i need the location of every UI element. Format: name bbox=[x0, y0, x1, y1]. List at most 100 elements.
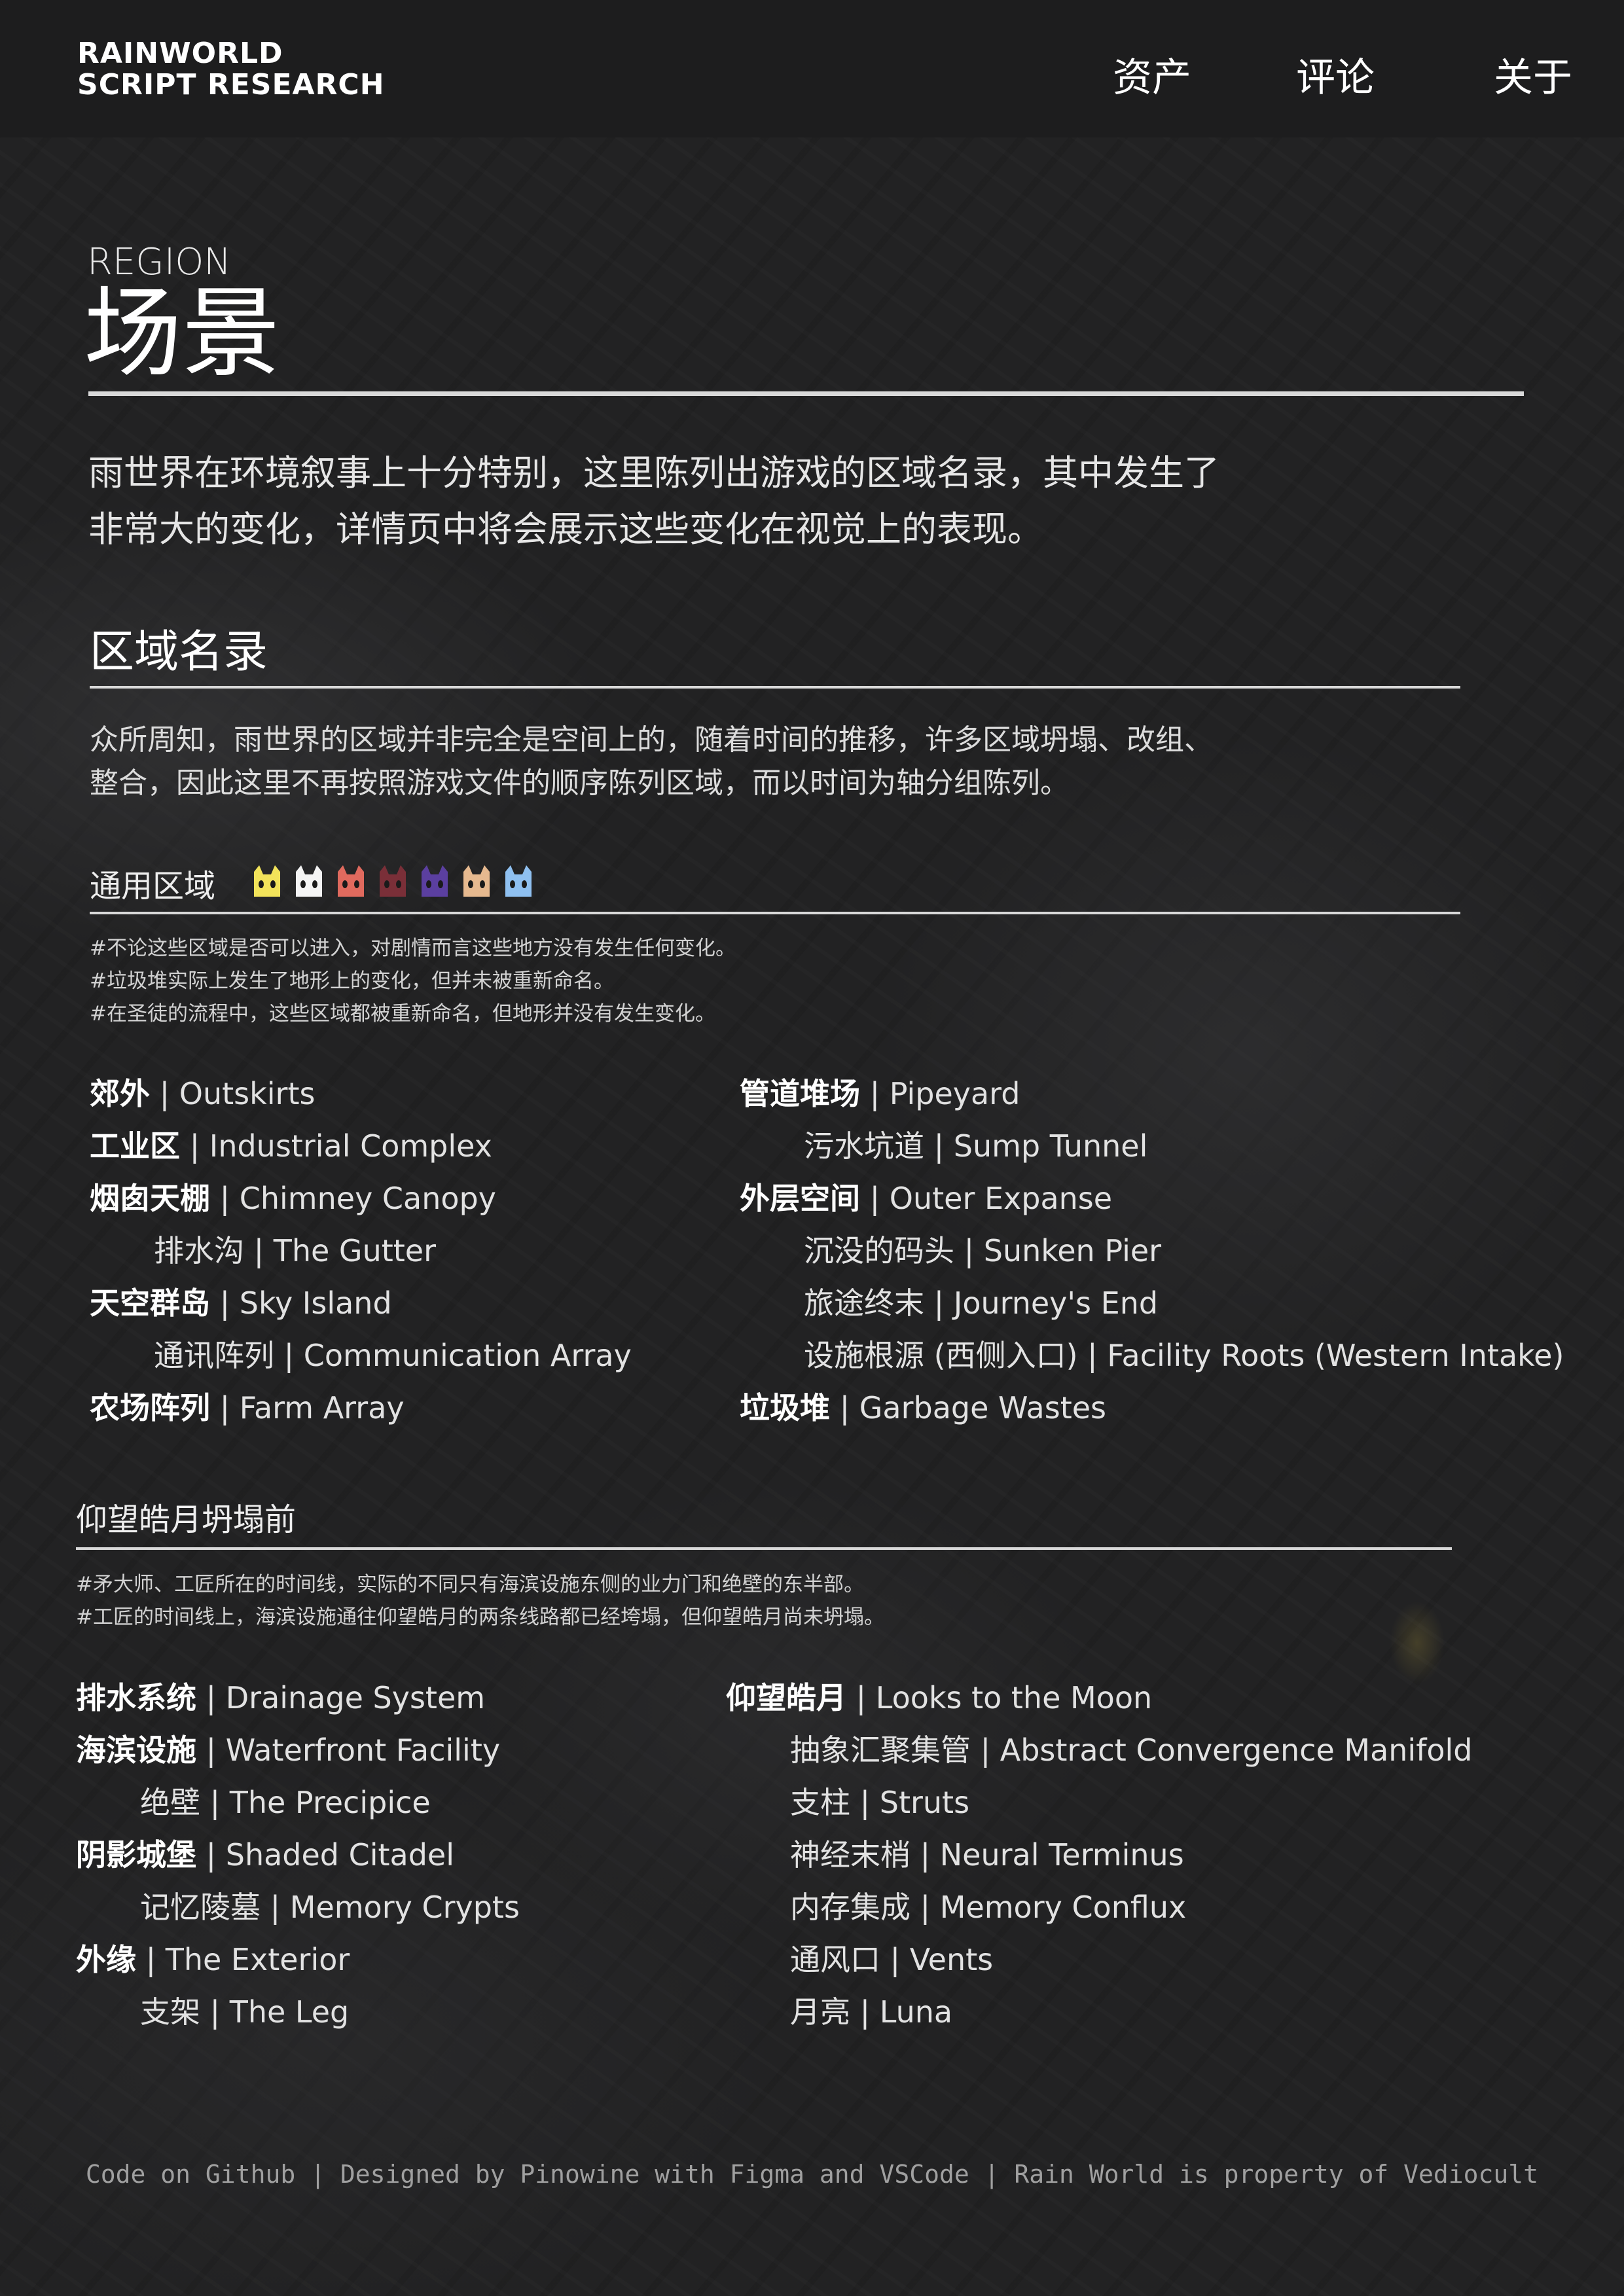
site-logo[interactable]: RAINWORLD SCRIPT RESEARCH bbox=[77, 38, 385, 101]
logo-line-1: RAINWORLD bbox=[77, 37, 283, 70]
region-link[interactable]: 神经末梢 | Neural Terminus bbox=[726, 1829, 1473, 1881]
region-separator: | bbox=[1077, 1338, 1108, 1373]
directory-desc-line-2: 整合，因此这里不再按照游戏文件的顺序陈列区域，而以时间为轴分组陈列。 bbox=[90, 766, 1069, 800]
region-name-zh: 阴影城堡 bbox=[76, 1837, 196, 1873]
region-link[interactable]: 支架 | The Leg bbox=[76, 1986, 520, 2038]
nav-reviews[interactable]: 评论 bbox=[1296, 46, 1375, 103]
region-link[interactable]: 阴影城堡 | Shaded Citadel bbox=[76, 1829, 520, 1881]
region-name-zh: 海滨设施 bbox=[76, 1732, 196, 1768]
region-name-en: Shaded Citadel bbox=[225, 1837, 455, 1873]
region-link[interactable]: 仰望皓月 | Looks to the Moon bbox=[726, 1672, 1473, 1724]
directory-heading: 区域名录 bbox=[90, 626, 268, 678]
region-link[interactable]: 排水系统 | Drainage System bbox=[76, 1672, 520, 1724]
region-link[interactable]: 记忆陵墓 | Memory Crypts bbox=[76, 1881, 520, 1933]
region-link[interactable]: 支柱 | Struts bbox=[726, 1776, 1473, 1829]
directory-description: 众所周知，雨世界的区域并非完全是空间上的，随着时间的推移，许多区域坍塌、改组、 … bbox=[90, 719, 1464, 805]
region-separator: | bbox=[830, 1390, 859, 1426]
region-name-en: Sunken Pier bbox=[983, 1233, 1162, 1268]
region-name-zh: 工业区 bbox=[90, 1128, 180, 1164]
nav-assets[interactable]: 资产 bbox=[1113, 46, 1191, 103]
region-name-zh: 外层空间 bbox=[740, 1181, 860, 1216]
region-link[interactable]: 天空群岛 | Sky Island bbox=[90, 1277, 632, 1329]
region-name-zh: 排水沟 bbox=[154, 1233, 244, 1268]
region-name-zh: 设施根源 (西侧入口) bbox=[804, 1338, 1078, 1373]
region-name-zh: 仰望皓月 bbox=[726, 1680, 846, 1715]
site-header: RAINWORLD SCRIPT RESEARCH 资产 评论 关于 bbox=[0, 0, 1624, 137]
region-link[interactable]: 垃圾堆 | Garbage Wastes bbox=[740, 1382, 1564, 1434]
region-separator: | bbox=[210, 1285, 240, 1321]
general-note: #垃圾堆实际上发生了地形上的变化，但并未被重新命名。 bbox=[90, 969, 614, 993]
region-link[interactable]: 外缘 | The Exterior bbox=[76, 1933, 520, 1986]
general-left-column: 郊外 | Outskirts 工业区 | Industrial Complex 烟囱… bbox=[90, 1067, 632, 1434]
region-separator: | bbox=[924, 1128, 954, 1164]
general-note: #不论这些区域是否可以进入，对剧情而言这些地方没有发生任何变化。 bbox=[90, 937, 736, 960]
site-footer: Code on Github | Designed by Pinowine wi… bbox=[85, 2160, 1539, 2189]
region-name-zh: 旅途终末 bbox=[804, 1285, 924, 1321]
region-separator: | bbox=[200, 1994, 230, 2030]
general-right-column: 管道堆场 | Pipeyard 污水坑道 | Sump Tunnel 外层空间 | … bbox=[740, 1067, 1564, 1434]
region-link[interactable]: 外层空间 | Outer Expanse bbox=[740, 1172, 1564, 1225]
region-name-en: Struts bbox=[879, 1785, 970, 1820]
region-name-zh: 管道堆场 bbox=[740, 1076, 860, 1111]
region-separator: | bbox=[196, 1680, 226, 1715]
region-link[interactable]: 管道堆场 | Pipeyard bbox=[740, 1067, 1564, 1120]
region-name-en: Abstract Convergence Manifold bbox=[1000, 1732, 1473, 1768]
region-link[interactable]: 烟囱天棚 | Chimney Canopy bbox=[90, 1172, 632, 1225]
region-name-zh: 内存集成 bbox=[790, 1890, 911, 1925]
region-link[interactable]: 郊外 | Outskirts bbox=[90, 1067, 632, 1120]
before-moon-right-column: 仰望皓月 | Looks to the Moon 抽象汇聚集管 | Abstrac… bbox=[726, 1672, 1473, 2038]
region-separator: | bbox=[954, 1233, 984, 1268]
region-name-en: The Exterior bbox=[165, 1942, 350, 1977]
purple-slugcat-icon bbox=[422, 865, 448, 897]
region-name-en: Farm Array bbox=[239, 1390, 405, 1426]
region-link[interactable]: 抽象汇聚集管 | Abstract Convergence Manifold bbox=[726, 1724, 1473, 1776]
region-link[interactable]: 设施根源 (西侧入口) | Facility Roots (Western In… bbox=[740, 1329, 1564, 1382]
region-link[interactable]: 海滨设施 | Waterfront Facility bbox=[76, 1724, 520, 1776]
region-name-zh: 绝壁 bbox=[140, 1785, 200, 1820]
region-separator: | bbox=[911, 1890, 940, 1925]
region-separator: | bbox=[210, 1390, 240, 1426]
region-name-zh: 支架 bbox=[140, 1994, 200, 2030]
region-name-zh: 支柱 bbox=[790, 1785, 850, 1820]
region-link[interactable]: 绝壁 | The Precipice bbox=[76, 1776, 520, 1829]
region-link[interactable]: 沉没的码头 | Sunken Pier bbox=[740, 1225, 1564, 1277]
region-link[interactable]: 排水沟 | The Gutter bbox=[90, 1225, 632, 1277]
region-name-zh: 抽象汇聚集管 bbox=[790, 1732, 971, 1768]
nav-about[interactable]: 关于 bbox=[1494, 46, 1572, 103]
blue-slugcat-icon bbox=[505, 865, 532, 897]
slugcat-icon-row bbox=[249, 863, 537, 899]
region-separator: | bbox=[210, 1181, 240, 1216]
before-moon-heading: 仰望皓月坍塌前 bbox=[76, 1501, 297, 1538]
region-link[interactable]: 农场阵列 | Farm Array bbox=[90, 1382, 632, 1434]
region-name-en: Looks to the Moon bbox=[875, 1680, 1153, 1715]
intro-line-1: 雨世界在环境叙事上十分特别，这里陈列出游戏的区域名录，其中发生了 bbox=[88, 452, 1219, 493]
region-separator: | bbox=[860, 1076, 890, 1111]
region-separator: | bbox=[924, 1285, 954, 1321]
region-name-en: Outer Expanse bbox=[889, 1181, 1113, 1216]
before-moon-note: #矛大师、工匠所在的时间线，实际的不同只有海滨设施东侧的业力门和绝壁的东半部。 bbox=[76, 1573, 864, 1596]
region-separator: | bbox=[911, 1837, 940, 1873]
region-name-en: Garbage Wastes bbox=[859, 1390, 1107, 1426]
region-link[interactable]: 工业区 | Industrial Complex bbox=[90, 1120, 632, 1172]
region-name-en: Sump Tunnel bbox=[953, 1128, 1148, 1164]
region-name-zh: 烟囱天棚 bbox=[90, 1181, 210, 1216]
before-moon-notes: #矛大师、工匠所在的时间线，实际的不同只有海滨设施东侧的业力门和绝壁的东半部。 … bbox=[76, 1568, 884, 1634]
region-name-zh: 记忆陵墓 bbox=[140, 1890, 261, 1925]
region-link[interactable]: 内存集成 | Memory Conflux bbox=[726, 1881, 1473, 1933]
region-name-zh: 月亮 bbox=[790, 1994, 850, 2030]
region-link[interactable]: 旅途终末 | Journey's End bbox=[740, 1277, 1564, 1329]
region-name-en: Memory Crypts bbox=[289, 1890, 520, 1925]
directory-divider bbox=[90, 686, 1460, 689]
before-moon-divider bbox=[76, 1547, 1452, 1550]
region-name-en: Chimney Canopy bbox=[239, 1181, 496, 1216]
region-name-en: Neural Terminus bbox=[939, 1837, 1184, 1873]
region-name-en: The Precipice bbox=[229, 1785, 431, 1820]
region-link[interactable]: 污水坑道 | Sump Tunnel bbox=[740, 1120, 1564, 1172]
region-name-en: Waterfront Facility bbox=[225, 1732, 501, 1768]
region-link[interactable]: 通风口 | Vents bbox=[726, 1933, 1473, 1986]
region-name-zh: 垃圾堆 bbox=[740, 1390, 830, 1426]
region-link[interactable]: 通讯阵列 | Communication Array bbox=[90, 1329, 632, 1382]
region-name-zh: 沉没的码头 bbox=[804, 1233, 954, 1268]
region-link[interactable]: 月亮 | Luna bbox=[726, 1986, 1473, 2038]
directory-desc-line-1: 众所周知，雨世界的区域并非完全是空间上的，随着时间的推移，许多区域坍塌、改组、 bbox=[90, 723, 1213, 757]
